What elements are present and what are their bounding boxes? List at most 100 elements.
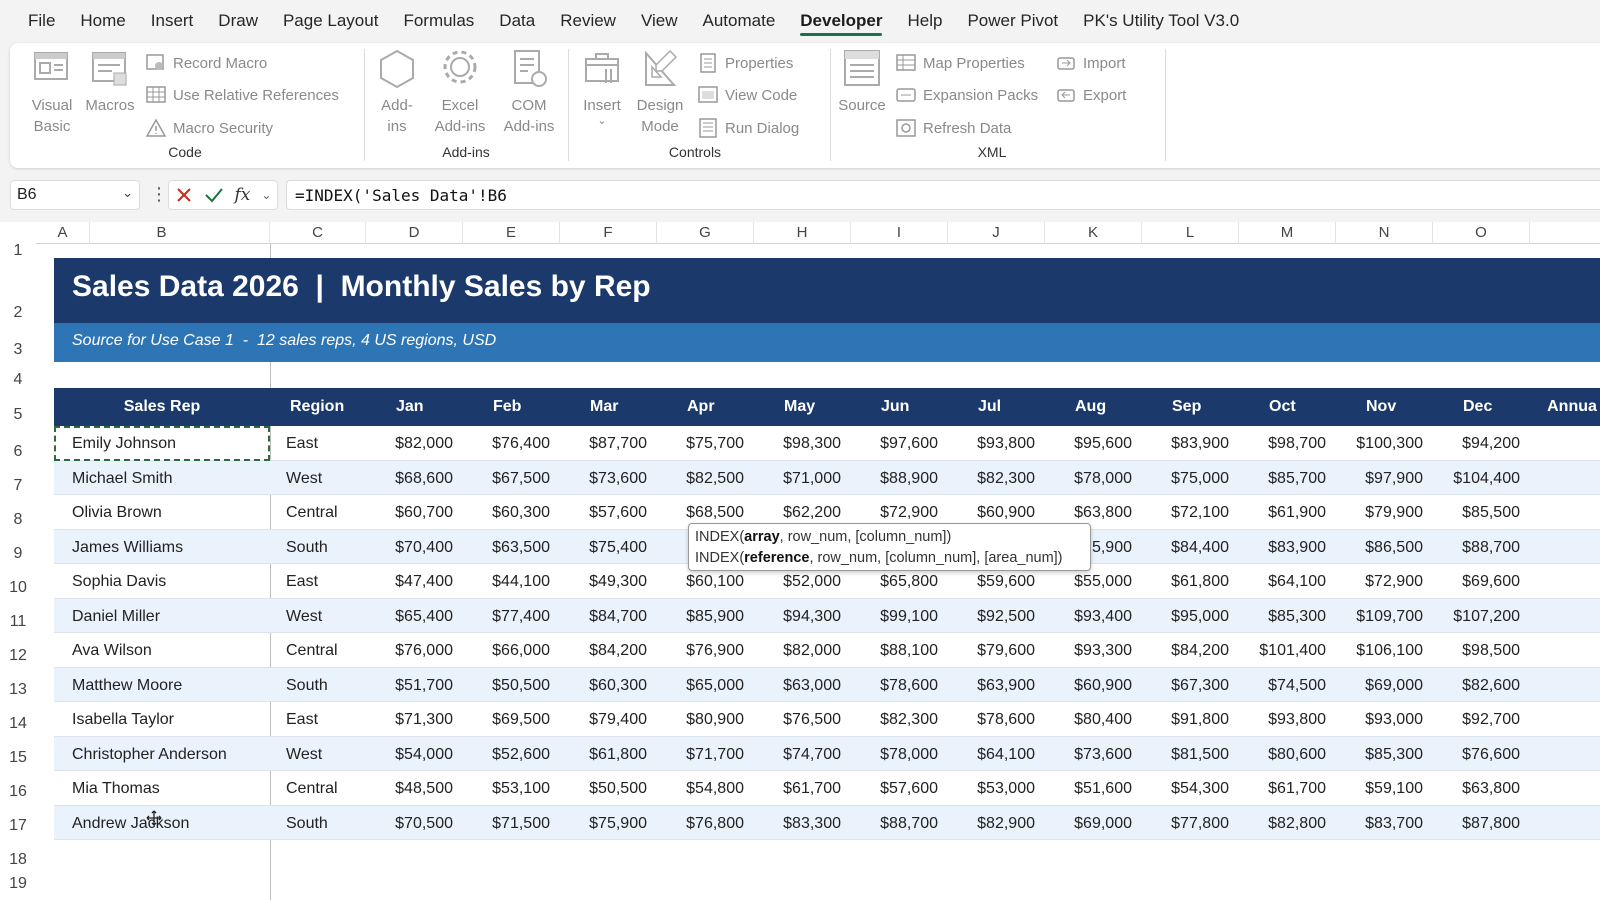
- menu-item-page-layout[interactable]: Page Layout: [283, 0, 378, 40]
- cell-value[interactable]: $81,500: [1142, 737, 1229, 771]
- menu-item-draw[interactable]: Draw: [218, 0, 258, 40]
- com-addins-button[interactable]: COM Add-ins: [494, 47, 564, 137]
- table-header-cell[interactable]: Region: [270, 388, 366, 426]
- tooltip-line-2[interactable]: INDEX(reference, row_num, [column_num], …: [695, 548, 1084, 569]
- cell-region[interactable]: South: [286, 806, 366, 840]
- cell-value[interactable]: $84,700: [560, 599, 647, 633]
- cell-value[interactable]: $65,000: [657, 668, 744, 702]
- table-header-cell[interactable]: Aug: [1045, 388, 1142, 426]
- cell-value[interactable]: $70,500: [366, 806, 453, 840]
- column-header-f[interactable]: F: [560, 222, 657, 244]
- menu-item-view[interactable]: View: [641, 0, 678, 40]
- column-header-o[interactable]: O: [1433, 222, 1530, 244]
- table-header-cell[interactable]: Annua: [1532, 388, 1600, 426]
- column-header-l[interactable]: L: [1142, 222, 1239, 244]
- cell-value[interactable]: $66,000: [463, 633, 550, 667]
- cell-value[interactable]: $72,900: [1336, 564, 1423, 598]
- cell-value[interactable]: $63,800: [1433, 771, 1520, 805]
- cell-value[interactable]: $65,400: [366, 599, 453, 633]
- cell-value[interactable]: $76,500: [754, 702, 841, 736]
- menu-item-pk-s-utility-tool-v3-0[interactable]: PK's Utility Tool V3.0: [1083, 0, 1239, 40]
- cell-value[interactable]: $82,900: [948, 806, 1035, 840]
- cell-value[interactable]: $83,300: [754, 806, 841, 840]
- cell-value[interactable]: $104,400: [1433, 461, 1520, 495]
- record-macro-button[interactable]: Record Macro: [146, 53, 267, 73]
- cell-value[interactable]: $76,900: [657, 633, 744, 667]
- cell-value[interactable]: $95,000: [1142, 599, 1229, 633]
- cell-region[interactable]: East: [286, 702, 366, 736]
- cell-value[interactable]: $80,900: [657, 702, 744, 736]
- cell-value[interactable]: $84,200: [1142, 633, 1229, 667]
- table-header-cell[interactable]: Jun: [851, 388, 948, 426]
- cell-value[interactable]: $47,400: [366, 564, 453, 598]
- properties-button[interactable]: Properties: [698, 53, 793, 73]
- row-header[interactable]: 3: [0, 341, 36, 359]
- row-header[interactable]: 8: [0, 511, 36, 529]
- menu-item-insert[interactable]: Insert: [151, 0, 194, 40]
- cell-value[interactable]: $106,100: [1336, 633, 1423, 667]
- cell-value[interactable]: $60,300: [560, 668, 647, 702]
- cell-value[interactable]: $84,200: [560, 633, 647, 667]
- column-header-b[interactable]: B: [54, 222, 270, 244]
- cell-value[interactable]: $78,600: [851, 668, 938, 702]
- row-header[interactable]: 16: [0, 783, 36, 801]
- chevron-down-icon[interactable]: ⌄: [122, 185, 133, 201]
- cell-value[interactable]: $77,800: [1142, 806, 1229, 840]
- cell-value[interactable]: $93,400: [1045, 599, 1132, 633]
- cell-value[interactable]: $54,300: [1142, 771, 1229, 805]
- cell-value[interactable]: $94,200: [1433, 426, 1520, 460]
- cell-value[interactable]: $100,300: [1336, 426, 1423, 460]
- table-header-cell[interactable]: Oct: [1239, 388, 1336, 426]
- table-header-cell[interactable]: Feb: [463, 388, 560, 426]
- tooltip-line-1[interactable]: INDEX(array, row_num, [column_num]): [695, 527, 1084, 548]
- row-header[interactable]: 4: [0, 371, 36, 389]
- cell-value[interactable]: $85,300: [1239, 599, 1326, 633]
- design-mode-button[interactable]: Design Mode: [632, 47, 688, 137]
- cell-value[interactable]: $51,700: [366, 668, 453, 702]
- row-header[interactable]: 6: [0, 443, 36, 461]
- cell-value[interactable]: $69,500: [463, 702, 550, 736]
- column-header-k[interactable]: K: [1045, 222, 1142, 244]
- column-header-i[interactable]: I: [851, 222, 948, 244]
- cell-value[interactable]: $83,900: [1239, 530, 1326, 564]
- excel-addins-button[interactable]: Excel Add-ins: [426, 47, 494, 137]
- cell-sales-rep[interactable]: Isabella Taylor: [72, 702, 270, 736]
- cell-region[interactable]: East: [286, 564, 366, 598]
- cell-value[interactable]: $61,800: [1142, 564, 1229, 598]
- cell-value[interactable]: $97,600: [851, 426, 938, 460]
- cell-value[interactable]: $54,800: [657, 771, 744, 805]
- menu-item-automate[interactable]: Automate: [703, 0, 776, 40]
- column-header-j[interactable]: J: [948, 222, 1045, 244]
- column-header-h[interactable]: H: [754, 222, 851, 244]
- row-header[interactable]: 2: [0, 304, 36, 322]
- run-dialog-button[interactable]: Run Dialog: [698, 118, 799, 138]
- table-header-cell[interactable]: Sales Rep: [54, 388, 270, 426]
- cell-region[interactable]: East: [286, 426, 366, 460]
- row-header[interactable]: 13: [0, 681, 36, 699]
- cell-value[interactable]: $61,900: [1239, 495, 1326, 529]
- cell-value[interactable]: $67,500: [463, 461, 550, 495]
- cell-value[interactable]: $107,200: [1433, 599, 1520, 633]
- row-header[interactable]: 18: [0, 851, 36, 869]
- menu-item-review[interactable]: Review: [560, 0, 616, 40]
- table-header-cell[interactable]: Mar: [560, 388, 657, 426]
- table-header-cell[interactable]: Jul: [948, 388, 1045, 426]
- cell-value[interactable]: $76,400: [463, 426, 550, 460]
- cell-value[interactable]: $98,500: [1433, 633, 1520, 667]
- cell-value[interactable]: $82,800: [1239, 806, 1326, 840]
- cell-value[interactable]: $98,700: [1239, 426, 1326, 460]
- cell-value[interactable]: $79,600: [948, 633, 1035, 667]
- cell-value[interactable]: $57,600: [560, 495, 647, 529]
- table-header-cell[interactable]: Apr: [657, 388, 754, 426]
- cell-region[interactable]: South: [286, 668, 366, 702]
- cell-sales-rep[interactable]: James Williams: [72, 530, 270, 564]
- cell-value[interactable]: $60,900: [1045, 668, 1132, 702]
- column-header-g[interactable]: G: [657, 222, 754, 244]
- cell-value[interactable]: $88,700: [851, 806, 938, 840]
- cell-sales-rep[interactable]: Olivia Brown: [72, 495, 270, 529]
- more-options-icon[interactable]: ⋮: [150, 184, 168, 205]
- row-header[interactable]: 5: [0, 406, 36, 424]
- cell-value[interactable]: $87,800: [1433, 806, 1520, 840]
- cell-value[interactable]: $75,700: [657, 426, 744, 460]
- row-header[interactable]: 10: [0, 579, 36, 597]
